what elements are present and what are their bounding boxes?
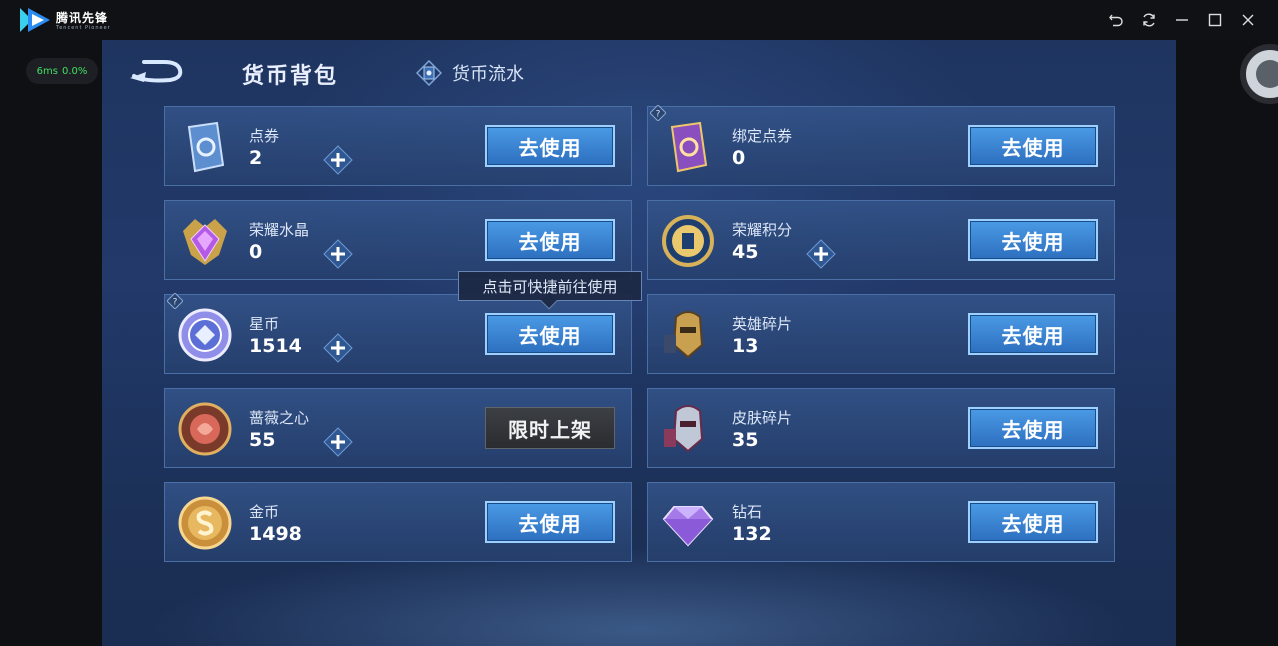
currency-name: 点券 [249,127,280,145]
flow-tab-label: 货币流水 [452,64,524,85]
plus-icon[interactable] [323,239,353,269]
currency-card-hero-fragment: 英雄碎片 13 去使用 [647,294,1115,374]
voucher-icon [187,121,225,173]
currency-value: 132 [732,523,772,545]
currency-name: 金币 [249,503,280,521]
currency-card-skin-fragment: 皮肤碎片 35 去使用 [647,388,1115,468]
plus-icon[interactable] [323,427,353,457]
currency-name: 钻石 [732,503,763,521]
flow-icon [416,60,442,86]
use-button[interactable]: 去使用 [485,501,615,543]
title-bar: 腾讯先锋 Tencent Pioneer [0,0,1278,40]
currency-name: 荣耀积分 [732,221,793,239]
currency-value: 1498 [249,523,302,545]
currency-card-glory-points: 荣耀积分 45 去使用 [647,200,1115,280]
close-icon[interactable] [1237,9,1259,31]
currency-name: 绑定点券 [732,127,793,145]
use-button[interactable]: 去使用 [968,125,1098,167]
limited-time-button[interactable]: 限时上架 [485,407,615,449]
currency-name: 皮肤碎片 [732,409,793,427]
tooltip: 点击可快捷前往使用 [458,271,642,310]
diamond-icon [662,506,714,547]
currency-card-gold-coin: 金币 1498 去使用 [164,482,632,562]
glory-points-icon [662,215,714,267]
app-window: 腾讯先锋 Tencent Pioneer 6ms 0.0% 货币背包 货币流水 … [0,0,1278,646]
maximize-icon[interactable] [1204,9,1226,31]
star-coin-icon [178,308,232,362]
currency-card-star-coin: ? 星币 1514 去使用 [164,293,632,374]
loss-value: 0.0% [61,65,88,77]
currency-card-voucher: 点券 2 去使用 [164,106,632,186]
use-button[interactable]: 去使用 [968,501,1098,543]
hero-fragment-icon [664,311,704,359]
bound-voucher-icon [670,121,708,173]
app-name: 腾讯先锋 [56,11,109,25]
use-button[interactable]: 去使用 [968,407,1098,449]
currency-card-rose-heart: 蔷薇之心 55 限时上架 [164,388,632,468]
latency-value: 6ms [36,65,58,77]
currency-value: 0 [732,147,746,169]
currency-value: 35 [732,429,759,451]
currency-value: 0 [249,241,263,263]
use-button[interactable]: 去使用 [485,125,615,167]
currency-value: 55 [249,429,276,451]
currency-name: 荣耀水晶 [249,221,310,239]
app-logo-icon [20,8,50,32]
currency-card-bound-voucher: ? 绑定点券 0 去使用 [647,105,1115,186]
right-margin [1176,40,1278,646]
plus-icon[interactable] [806,239,836,269]
currency-value: 13 [732,335,759,357]
network-overlay: 6ms 0.0% [26,58,98,84]
currency-card-diamond: 钻石 132 去使用 [647,482,1115,562]
minimize-icon[interactable] [1171,9,1193,31]
glory-crystal-icon [183,219,227,265]
app-subtitle: Tencent Pioneer [56,25,111,31]
currency-value: 2 [249,147,263,169]
rose-heart-icon [178,402,232,456]
refresh-icon[interactable] [1138,9,1160,31]
skin-fragment-icon [664,405,704,453]
tab-currency-flow[interactable]: 货币流水 [416,60,524,86]
back-arrow-icon[interactable] [126,56,184,86]
currency-name: 蔷薇之心 [249,409,310,427]
game-screen: 货币背包 货币流水 点券 2 去使用 ? 绑定点券 0 去使用 荣耀水晶 0 去… [102,40,1176,646]
left-margin [0,40,102,646]
use-button[interactable]: 去使用 [968,219,1098,261]
plus-icon[interactable] [323,333,353,363]
gold-coin-icon [178,496,232,550]
use-button[interactable]: 去使用 [485,313,615,355]
plus-icon[interactable] [323,145,353,175]
undo-icon[interactable] [1105,9,1127,31]
currency-name: 英雄碎片 [732,315,793,333]
currency-card-glory-crystal: 荣耀水晶 0 去使用 [164,200,632,280]
page-title: 货币背包 [242,64,339,89]
currency-value: 45 [732,241,759,263]
use-button[interactable]: 去使用 [485,219,615,261]
currency-value: 1514 [249,335,302,357]
use-button[interactable]: 去使用 [968,313,1098,355]
currency-name: 星币 [249,315,280,333]
